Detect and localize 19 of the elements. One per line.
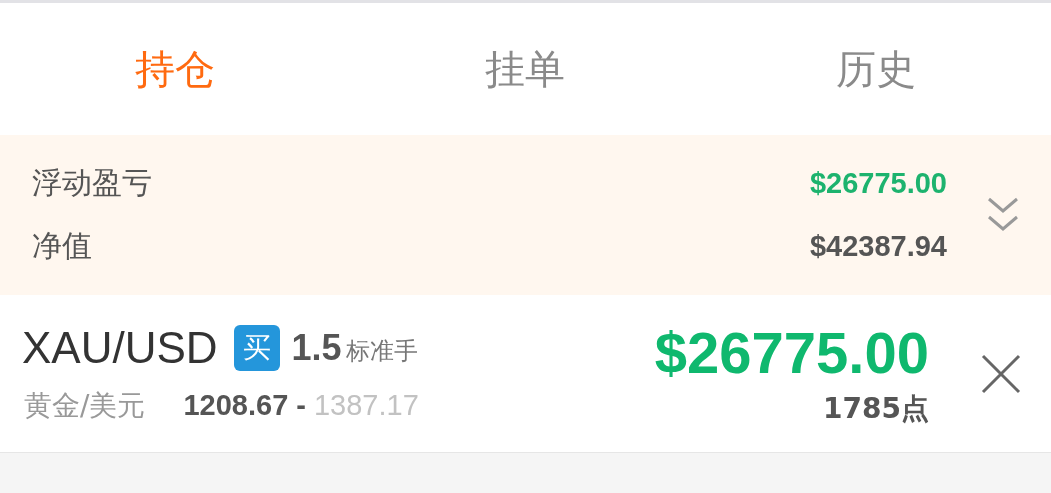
lot-unit: 标准手 [345,335,418,367]
summary-value: $26775.00 [809,167,947,200]
summary-label: 浮动盈亏 [32,164,152,202]
summary-value: $42387.94 [809,230,947,263]
current-price: 1387.17 [313,389,419,422]
close-icon[interactable] [981,353,1021,394]
side-badge: 买 [233,324,280,371]
open-price: 1208.67 [183,389,289,422]
tab[interactable]: 历史 [700,41,1051,97]
tab[interactable]: 挂单 [350,41,701,97]
points-text: 1785点 [823,391,929,427]
profit-amount: $26775.00 [654,319,929,386]
symbol-text: XAU/USD [22,322,218,373]
lot-size: 1.5 [291,326,342,369]
tab[interactable]: 持仓 [0,41,351,97]
instrument-name: 黄金/美元 [24,387,146,424]
summary-label: 净值 [32,227,92,265]
price-separator: - [296,389,306,422]
position-row[interactable]: XAU/USD 买 1.5 标准手 黄金/美元 1208.67 - 1387.17 $26775.00 1785点 [0,295,1051,453]
